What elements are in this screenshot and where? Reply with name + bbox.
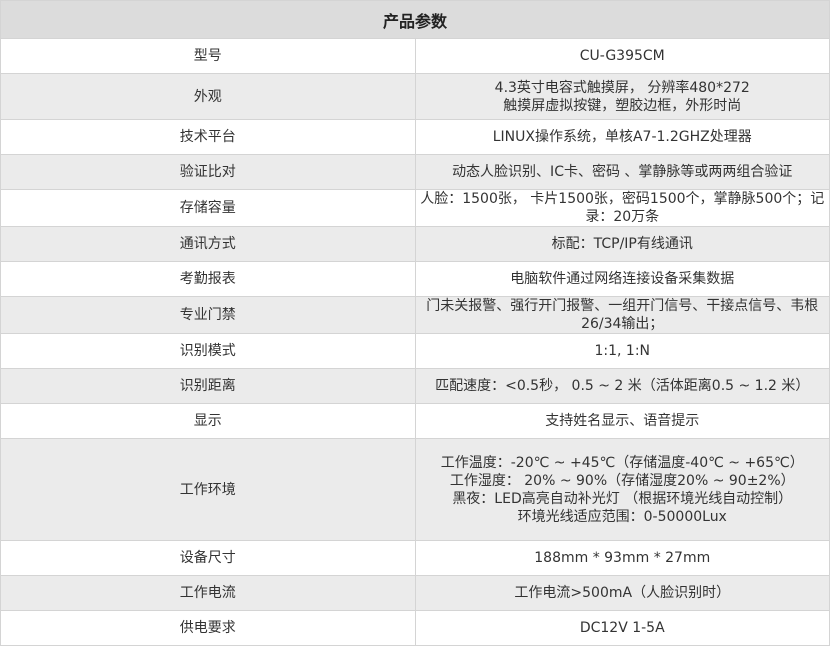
- row-label: 识别距离: [0, 368, 416, 404]
- row-value: DC12V 1-5A: [414, 610, 830, 646]
- row-value: CU-G395CM: [414, 38, 830, 74]
- row-label: 供电要求: [0, 610, 416, 646]
- value-line: DC12V 1-5A: [579, 620, 665, 636]
- value-line: 匹配速度：<0.5秒， 0.5 ~ 2 米（活体距离0.5 ~ 1.2 米）: [435, 378, 810, 394]
- value-line: 工作湿度： 20% ~ 90%（存储湿度20% ~ 90±2%）: [449, 472, 795, 489]
- value-line: 1:1, 1:N: [594, 343, 651, 359]
- table-row: 型号 CU-G395CM: [0, 38, 830, 74]
- row-label: 验证比对: [0, 154, 416, 190]
- row-label: 通讯方式: [0, 226, 416, 262]
- table-row: 外观 4.3英寸电容式触摸屏， 分辨率480*272 触摸屏虚拟按键，塑胶边框，外形…: [0, 73, 830, 120]
- row-value: 支持姓名显示、语音提示: [414, 403, 830, 439]
- row-label: 专业门禁: [0, 296, 416, 334]
- table-row: 考勤报表 电脑软件通过网络连接设备采集数据: [0, 261, 830, 297]
- row-label: 设备尺寸: [0, 540, 416, 576]
- table-header-row: 产品参数: [0, 0, 830, 39]
- row-value: 动态人脸识别、IC卡、密码 、掌静脉等或两两组合验证: [414, 154, 830, 190]
- value-line: 标配：TCP/IP有线通讯: [551, 236, 693, 252]
- table-title: 产品参数: [0, 0, 830, 39]
- row-value: 188mm * 93mm * 27mm: [414, 540, 830, 576]
- row-value: 1:1, 1:N: [414, 333, 830, 369]
- value-line: 电脑软件通过网络连接设备采集数据: [510, 271, 735, 287]
- row-value: 人脸：1500张， 卡片1500张，密码1500个，掌静脉500个；记录：20万…: [414, 189, 830, 227]
- value-line: 工作电流>500mA（人脸识别时）: [514, 585, 731, 601]
- row-label: 型号: [0, 38, 416, 74]
- spec-body: 型号 CU-G395CM 外观 4.3英寸电容式触摸屏， 分辨率480*272 触摸屏虚…: [0, 38, 830, 646]
- row-value: 工作电流>500mA（人脸识别时）: [414, 575, 830, 611]
- value-line: 工作温度：-20℃ ~ +45℃（存储温度-40℃ ~ +65℃）: [440, 454, 804, 471]
- table-row: 识别模式 1:1, 1:N: [0, 333, 830, 369]
- table-row: 工作电流 工作电流>500mA（人脸识别时）: [0, 575, 830, 611]
- table-row: 供电要求 DC12V 1-5A: [0, 610, 830, 646]
- value-line: 黑夜：LED高亮自动补光灯 （根据环境光线自动控制）: [452, 490, 793, 507]
- row-value: LINUX操作系统，单核A7-1.2GHZ处理器: [414, 119, 830, 155]
- table-row: 专业门禁 门未关报警、强行开门报警、一组开门信号、干接点信号、韦根26/34输出；: [0, 296, 830, 334]
- table-row: 验证比对 动态人脸识别、IC卡、密码 、掌静脉等或两两组合验证: [0, 154, 830, 190]
- row-value: 电脑软件通过网络连接设备采集数据: [414, 261, 830, 297]
- value-line: 环境光线适应范围：0-50000Lux: [517, 508, 727, 525]
- table-row: 存储容量 人脸：1500张， 卡片1500张，密码1500个，掌静脉500个；记录…: [0, 189, 830, 227]
- value-line: 188mm * 93mm * 27mm: [534, 550, 711, 566]
- value-line: LINUX操作系统，单核A7-1.2GHZ处理器: [492, 129, 752, 145]
- row-value: 门未关报警、强行开门报警、一组开门信号、干接点信号、韦根26/34输出；: [414, 296, 830, 334]
- row-label: 识别模式: [0, 333, 416, 369]
- row-label: 考勤报表: [0, 261, 416, 297]
- row-value: 匹配速度：<0.5秒， 0.5 ~ 2 米（活体距离0.5 ~ 1.2 米）: [414, 368, 830, 404]
- row-label: 工作环境: [0, 438, 416, 541]
- value-line: 门未关报警、强行开门报警、一组开门信号、干接点信号、韦根26/34输出；: [426, 298, 819, 332]
- spec-table: 产品参数 型号 CU-G395CM 外观 4.3英寸电容式触摸屏， 分辨率480*27…: [0, 0, 830, 646]
- row-value: 4.3英寸电容式触摸屏， 分辨率480*272 触摸屏虚拟按键，塑胶边框，外形时尚: [414, 73, 830, 120]
- table-row: 工作环境 工作温度：-20℃ ~ +45℃（存储温度-40℃ ~ +65℃） 工作湿…: [0, 438, 830, 541]
- row-label: 存储容量: [0, 189, 416, 227]
- row-label: 外观: [0, 73, 416, 120]
- table-row: 技术平台 LINUX操作系统，单核A7-1.2GHZ处理器: [0, 119, 830, 155]
- value-line: 动态人脸识别、IC卡、密码 、掌静脉等或两两组合验证: [452, 164, 793, 180]
- row-value: 标配：TCP/IP有线通讯: [414, 226, 830, 262]
- row-value: 工作温度：-20℃ ~ +45℃（存储温度-40℃ ~ +65℃） 工作湿度： 2…: [414, 438, 830, 541]
- value-line: 人脸：1500张， 卡片1500张，密码1500个，掌静脉500个；记录：20万…: [420, 191, 825, 225]
- row-label: 显示: [0, 403, 416, 439]
- table-row: 显示 支持姓名显示、语音提示: [0, 403, 830, 439]
- row-label: 技术平台: [0, 119, 416, 155]
- value-line: 支持姓名显示、语音提示: [545, 413, 700, 429]
- value-line: 触摸屏虚拟按键，塑胶边框，外形时尚: [503, 97, 742, 114]
- value-line: 4.3英寸电容式触摸屏， 分辨率480*272: [494, 79, 750, 96]
- table-row: 通讯方式 标配：TCP/IP有线通讯: [0, 226, 830, 262]
- table-row: 识别距离 匹配速度：<0.5秒， 0.5 ~ 2 米（活体距离0.5 ~ 1.2 …: [0, 368, 830, 404]
- table-row: 设备尺寸 188mm * 93mm * 27mm: [0, 540, 830, 576]
- value-line: CU-G395CM: [579, 48, 665, 64]
- row-label: 工作电流: [0, 575, 416, 611]
